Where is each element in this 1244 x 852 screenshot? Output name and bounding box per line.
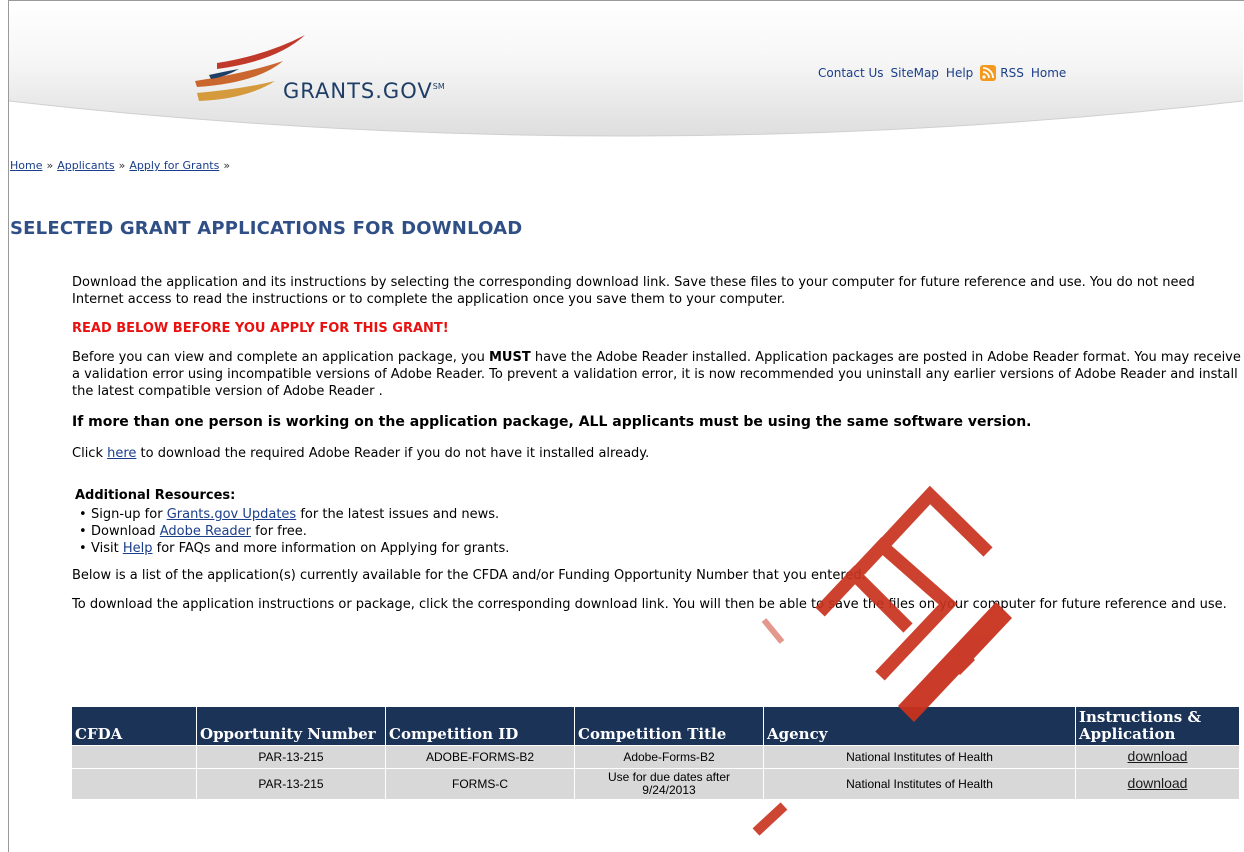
contact-us-link[interactable]: Contact Us — [818, 66, 884, 80]
service-mark: SM — [432, 82, 445, 91]
site-header: GRANTS.GOVSM Contact Us SiteMap Help RSS… — [9, 1, 1243, 149]
resource-text: Visit — [91, 541, 123, 556]
intro-paragraph: Download the application and its instruc… — [72, 275, 1195, 307]
breadcrumb-separator: » — [46, 159, 54, 172]
list-item: Download Adobe Reader for free. — [79, 523, 1244, 540]
col-header-competition-id: Competition ID — [385, 707, 575, 746]
download-instructions-note: To download the application instructions… — [72, 597, 1227, 612]
cell-competition-id: ADOBE-FORMS-B2 — [385, 745, 575, 769]
top-nav: Contact Us SiteMap Help RSS Home — [818, 65, 1073, 81]
home-link[interactable]: Home — [1031, 66, 1066, 80]
help-resource-link[interactable]: Help — [123, 541, 153, 556]
cell-agency: National Institutes of Health — [763, 745, 1076, 769]
col-header-competition-title: Competition Title — [574, 707, 764, 746]
cell-opportunity-number: PAR-13-215 — [196, 768, 386, 799]
breadcrumb-home[interactable]: Home — [10, 159, 42, 172]
breadcrumb-applicants[interactable]: Applicants — [57, 159, 114, 172]
cell-competition-title: Use for due dates after 9/24/2013 — [574, 768, 764, 799]
same-version-notice: If more than one person is working on th… — [72, 414, 1032, 430]
col-header-agency: Agency — [763, 707, 1076, 746]
breadcrumb-separator: » — [118, 159, 126, 172]
help-link[interactable]: Help — [946, 66, 973, 80]
resource-text: Download — [91, 524, 160, 539]
rss-link[interactable]: RSS — [1000, 66, 1024, 80]
additional-resources-title: Additional Resources: — [75, 488, 236, 503]
table-row: PAR-13-215 ADOBE-FORMS-B2 Adobe-Forms-B2… — [72, 745, 1240, 769]
cell-download: download — [1075, 745, 1240, 769]
here-link[interactable]: here — [107, 446, 136, 461]
list-item: Sign-up for Grants.gov Updates for the l… — [79, 506, 1244, 523]
download-link[interactable]: download — [1128, 748, 1188, 764]
main-content: Download the application and its instruc… — [72, 274, 1244, 613]
resource-text: for free. — [251, 524, 307, 539]
cell-cfda — [72, 768, 197, 799]
resource-text: for the latest issues and news. — [296, 507, 500, 522]
breadcrumb-apply-for-grants[interactable]: Apply for Grants — [129, 159, 219, 172]
adobe-requirement-paragraph: Before you can view and complete an appl… — [72, 349, 1244, 400]
adobe-req-text: Before you can view and complete an appl… — [72, 350, 489, 365]
col-header-opportunity-number: Opportunity Number — [196, 707, 386, 746]
cell-download: download — [1075, 768, 1240, 799]
breadcrumb-separator: » — [223, 159, 231, 172]
cell-agency: National Institutes of Health — [763, 768, 1076, 799]
warning-text: READ BELOW BEFORE YOU APPLY FOR THIS GRA… — [72, 321, 449, 336]
resources-list: Sign-up for Grants.gov Updates for the l… — [72, 506, 1244, 557]
resource-text: for FAQs and more information on Applyin… — [152, 541, 510, 556]
col-header-instructions-application: Instructions & Application — [1075, 707, 1240, 746]
table-row: PAR-13-215 FORMS-C Use for due dates aft… — [72, 768, 1240, 799]
rss-icon[interactable] — [980, 65, 997, 81]
download-link[interactable]: download — [1128, 775, 1188, 791]
click-prefix: Click — [72, 446, 108, 461]
logo-wordmark: GRANTS.GOV — [283, 79, 433, 103]
logo-text[interactable]: GRANTS.GOVSM — [283, 79, 445, 103]
cell-cfda — [72, 745, 197, 769]
cell-competition-title: Adobe-Forms-B2 — [574, 745, 764, 769]
breadcrumb: Home» Applicants» Apply for Grants» — [10, 159, 234, 172]
adobe-req-emphasis: MUST — [489, 350, 531, 365]
adobe-reader-link[interactable]: Adobe Reader — [160, 524, 251, 539]
sitemap-link[interactable]: SiteMap — [891, 66, 939, 80]
cell-opportunity-number: PAR-13-215 — [196, 745, 386, 769]
download-reader-line: Click here to download the required Adob… — [72, 445, 1244, 462]
available-list-note: Below is a list of the application(s) cu… — [72, 568, 866, 583]
resource-text: Sign-up for — [91, 507, 167, 522]
list-item: Visit Help for FAQs and more information… — [79, 540, 1244, 557]
col-header-cfda: CFDA — [72, 707, 197, 746]
table-header-row: CFDA Opportunity Number Competition ID C… — [72, 707, 1240, 746]
page-title: SELECTED GRANT APPLICATIONS FOR DOWNLOAD — [10, 218, 523, 239]
click-suffix: to download the required Adobe Reader if… — [136, 446, 650, 461]
grants-gov-updates-link[interactable]: Grants.gov Updates — [167, 507, 297, 522]
cell-competition-id: FORMS-C — [385, 768, 575, 799]
applications-table: CFDA Opportunity Number Competition ID C… — [72, 707, 1240, 799]
